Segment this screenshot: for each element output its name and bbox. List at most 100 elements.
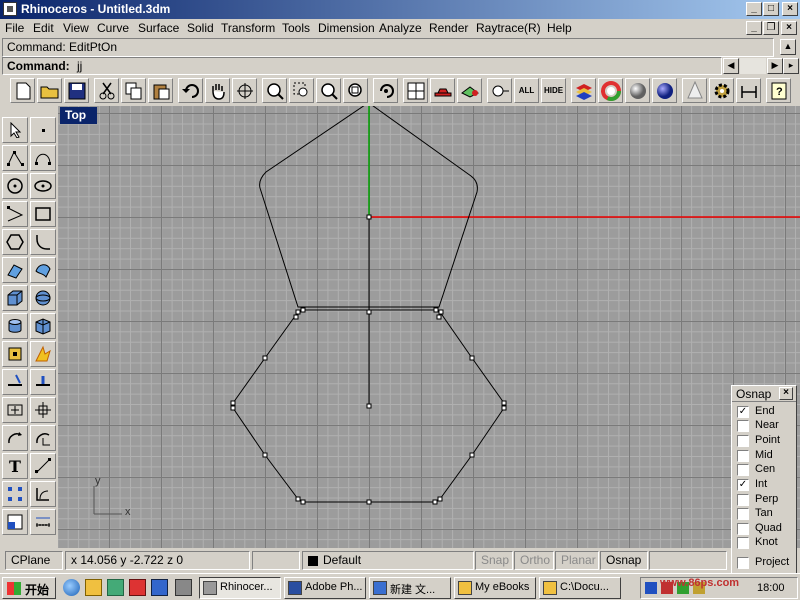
media-player-icon[interactable] [129, 579, 146, 596]
osnap-title-bar[interactable]: Osnap × [732, 386, 796, 402]
four-viewports-icon[interactable] [403, 78, 428, 103]
circle-icon[interactable] [2, 173, 28, 199]
spotlight-icon[interactable] [682, 78, 707, 103]
menu-help[interactable]: Help [547, 21, 572, 35]
command-expand-button[interactable]: ▸ [783, 58, 799, 74]
explode-icon[interactable] [30, 341, 56, 367]
zoom-dynamic-icon[interactable] [262, 78, 287, 103]
ortho-toggle[interactable]: Ortho [514, 551, 554, 570]
curve-icon[interactable] [30, 145, 56, 171]
undo-view-icon[interactable] [373, 78, 398, 103]
move-icon[interactable] [2, 397, 28, 423]
menu-view[interactable]: View [63, 21, 89, 35]
command-scroll-track[interactable] [740, 58, 766, 74]
car-icon[interactable] [430, 78, 455, 103]
command-line[interactable]: Command: jj [2, 57, 722, 75]
osnap-mid[interactable]: Mid [737, 449, 797, 463]
split-icon[interactable] [30, 369, 56, 395]
osnap-cen-checkbox[interactable] [737, 464, 749, 476]
color-wheel-icon[interactable] [598, 78, 623, 103]
osnap-project[interactable]: Project [737, 556, 797, 570]
menu-dimension[interactable]: Dimension [318, 21, 375, 35]
osnap-tan-checkbox[interactable] [737, 508, 749, 520]
history-scroll-up[interactable]: ▲ [780, 39, 796, 55]
save-icon[interactable] [64, 78, 89, 103]
text-tool-icon[interactable]: T [2, 453, 28, 479]
layout-icon[interactable] [2, 509, 28, 535]
zoom-window-icon[interactable] [289, 78, 314, 103]
surface-from-points-icon[interactable] [2, 257, 28, 283]
osnap-point-checkbox[interactable] [737, 435, 749, 447]
show-all-button[interactable]: ALL [514, 78, 539, 103]
input-method-icon[interactable] [645, 582, 657, 594]
title-bar[interactable]: Rhinoceros - Untitled.3dm _ □ × [0, 0, 800, 19]
osnap-quad[interactable]: Quad [737, 522, 797, 536]
settings-gear-icon[interactable] [709, 78, 734, 103]
layers-icon[interactable] [571, 78, 596, 103]
internet-explorer-icon[interactable] [63, 579, 80, 596]
pan-hand-icon[interactable] [205, 78, 230, 103]
object-properties-icon[interactable] [487, 78, 512, 103]
task-new-document[interactable]: 新建 文... [369, 577, 451, 599]
start-button[interactable]: 开始 [2, 577, 56, 599]
osnap-int-checkbox[interactable]: ✓ [737, 479, 749, 491]
cut-icon[interactable] [94, 78, 119, 103]
rectangle-icon[interactable] [30, 201, 56, 227]
show-desktop-icon[interactable] [107, 579, 124, 596]
help-icon[interactable]: ? [766, 78, 791, 103]
menu-file[interactable]: File [5, 21, 24, 35]
cplane-indicator[interactable]: CPlane [5, 551, 63, 570]
doc-minimize-button[interactable]: _ [746, 21, 762, 35]
close-button[interactable]: × [782, 2, 798, 16]
polygon-icon[interactable] [2, 229, 28, 255]
osnap-quad-checkbox[interactable] [737, 523, 749, 535]
rhino-app-icon[interactable] [3, 2, 17, 16]
array-icon[interactable] [30, 397, 56, 423]
sphere-solid-icon[interactable] [30, 285, 56, 311]
shaded-sphere-icon[interactable] [625, 78, 650, 103]
quicklaunch-app-icon[interactable] [151, 579, 168, 596]
osnap-point[interactable]: Point [737, 434, 797, 448]
osnap-near-checkbox[interactable] [737, 420, 749, 432]
scale-icon[interactable] [30, 425, 56, 451]
minimize-button[interactable]: _ [746, 2, 762, 16]
cylinder-solid-icon[interactable] [2, 313, 28, 339]
snap-toggle[interactable]: Snap [475, 551, 513, 570]
osnap-close-button[interactable]: × [779, 387, 793, 400]
zoom-selected-icon[interactable] [343, 78, 368, 103]
measure-icon[interactable] [30, 509, 56, 535]
zoom-extents-icon[interactable] [316, 78, 341, 103]
osnap-knot[interactable]: Knot [737, 536, 797, 550]
osnap-knot-checkbox[interactable] [737, 537, 749, 549]
maximize-button[interactable]: □ [763, 2, 779, 16]
menu-edit[interactable]: Edit [33, 21, 54, 35]
extrude-icon[interactable] [30, 481, 56, 507]
task-rhinoceros[interactable]: Rhinocer... [199, 577, 281, 599]
osnap-project-checkbox[interactable] [737, 557, 749, 569]
menu-transform[interactable]: Transform [221, 21, 275, 35]
polyline-icon[interactable] [2, 145, 28, 171]
current-layer[interactable]: Default [302, 551, 474, 570]
rotate-view-icon[interactable] [232, 78, 257, 103]
osnap-int[interactable]: ✓ Int [737, 478, 797, 492]
menu-surface[interactable]: Surface [138, 21, 179, 35]
osnap-perp[interactable]: Perp [737, 493, 797, 507]
menu-curve[interactable]: Curve [97, 21, 129, 35]
osnap-end[interactable]: ✓ End [737, 405, 797, 419]
menu-render[interactable]: Render [429, 21, 468, 35]
planar-toggle[interactable]: Planar [555, 551, 599, 570]
new-file-icon[interactable] [10, 78, 35, 103]
osnap-tan[interactable]: Tan [737, 507, 797, 521]
task-documents[interactable]: C:\Docu... [539, 577, 621, 599]
outlook-express-icon[interactable] [85, 579, 102, 596]
doc-close-button[interactable]: × [781, 21, 797, 35]
layer-color-icon[interactable] [457, 78, 482, 103]
rotate-icon[interactable] [2, 425, 28, 451]
mesh-icon[interactable] [30, 313, 56, 339]
scroll-left-button[interactable]: ◀ [723, 58, 739, 74]
command-input[interactable]: jj [77, 59, 82, 73]
copy-icon[interactable] [121, 78, 146, 103]
osnap-end-checkbox[interactable]: ✓ [737, 406, 749, 418]
trim-icon[interactable] [2, 369, 28, 395]
viewport-canvas[interactable] [58, 106, 800, 548]
